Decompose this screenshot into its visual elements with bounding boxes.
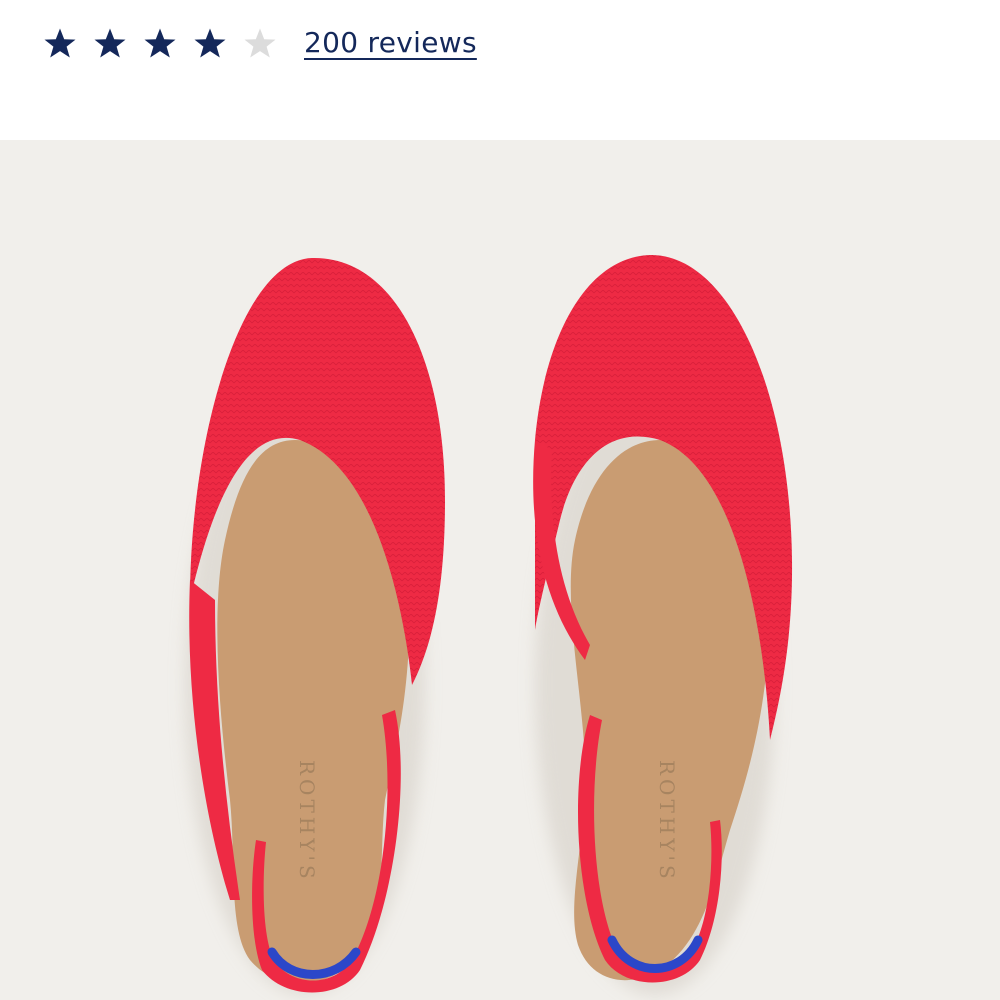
star-icon [192, 26, 228, 62]
rating-row: 200 reviews [0, 0, 1000, 140]
star-icon [92, 26, 128, 62]
svg-text:ROTHY'S: ROTHY'S [655, 760, 679, 883]
slingback-flats-illustration: ROTHY'S ROTHY'S [185, 255, 793, 995]
left-shoe: ROTHY'S [185, 257, 445, 995]
reviews-link[interactable]: 200 reviews [304, 26, 477, 59]
star-icon [142, 26, 178, 62]
product-image[interactable]: ROTHY'S ROTHY'S [0, 140, 1000, 1000]
star-icon [42, 26, 78, 62]
star-icon [242, 26, 278, 62]
right-shoe: ROTHY'S [533, 255, 793, 995]
svg-text:ROTHY'S: ROTHY'S [295, 760, 319, 883]
star-rating[interactable] [42, 26, 278, 62]
